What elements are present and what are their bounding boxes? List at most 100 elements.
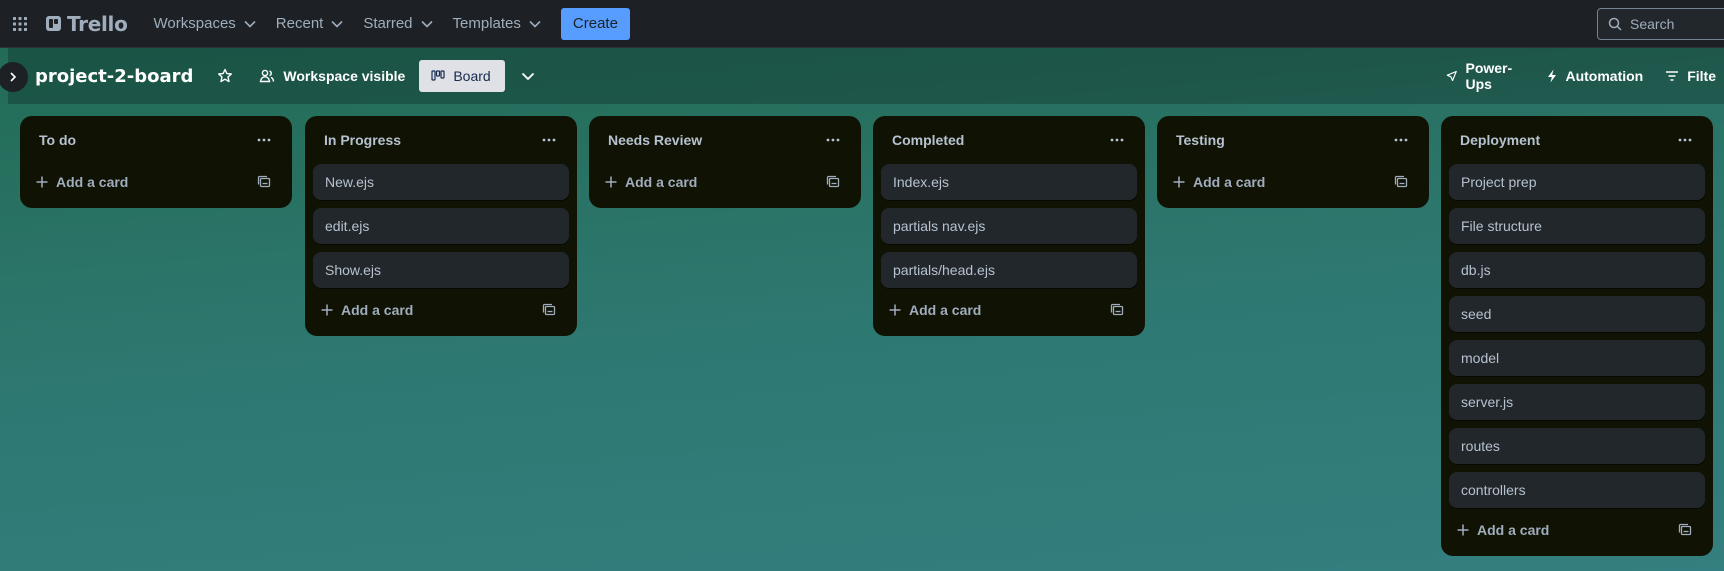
templates-menu[interactable]: Templates bbox=[445, 8, 549, 40]
list-title[interactable]: Completed bbox=[892, 132, 964, 148]
rocket-icon bbox=[1446, 70, 1457, 82]
list-actions-button[interactable] bbox=[252, 128, 276, 152]
board-header: project-2-board Workspace visible Board … bbox=[0, 48, 1724, 104]
card[interactable]: controllers bbox=[1449, 472, 1705, 508]
create-from-template-icon[interactable] bbox=[821, 170, 845, 194]
more-icon bbox=[1110, 138, 1124, 142]
search-placeholder: Search bbox=[1630, 16, 1675, 32]
view-switcher-button[interactable] bbox=[513, 60, 543, 92]
list-actions-button[interactable] bbox=[1673, 128, 1697, 152]
list-header: In Progress bbox=[313, 116, 569, 164]
add-card-label: Add a card bbox=[625, 174, 698, 190]
list-deployment[interactable]: Deployment Project prep File structure d… bbox=[1441, 116, 1713, 556]
list-in-progress[interactable]: In Progress New.ejs edit.ejs Show.ejs Ad… bbox=[305, 116, 577, 336]
card[interactable]: Index.ejs bbox=[881, 164, 1137, 200]
list-header: Deployment bbox=[1449, 116, 1705, 164]
top-navigation-bar: Trello Workspaces Recent Starred Templat… bbox=[0, 0, 1724, 48]
create-from-template-icon[interactable] bbox=[1105, 298, 1129, 322]
add-card-label: Add a card bbox=[1477, 522, 1550, 538]
board-view-button[interactable]: Board bbox=[419, 60, 505, 92]
list-needs-review[interactable]: Needs Review Add a card bbox=[589, 116, 861, 208]
create-from-template-icon[interactable] bbox=[537, 298, 561, 322]
search-icon bbox=[1608, 17, 1622, 31]
card[interactable]: File structure bbox=[1449, 208, 1705, 244]
filter-button[interactable]: Filte bbox=[1657, 60, 1724, 92]
recent-menu[interactable]: Recent bbox=[268, 8, 352, 40]
card[interactable]: routes bbox=[1449, 428, 1705, 464]
board-view-icon bbox=[431, 70, 445, 81]
list-actions-button[interactable] bbox=[1105, 128, 1129, 152]
plus-icon bbox=[605, 176, 617, 188]
create-from-template-icon[interactable] bbox=[1673, 518, 1697, 542]
plus-icon bbox=[1457, 524, 1469, 536]
more-icon bbox=[1678, 138, 1692, 142]
workspaces-menu[interactable]: Workspaces bbox=[146, 8, 264, 40]
list-title[interactable]: Deployment bbox=[1460, 132, 1540, 148]
list-title[interactable]: To do bbox=[39, 132, 76, 148]
board-title[interactable]: project-2-board bbox=[35, 66, 193, 87]
plus-icon bbox=[889, 304, 901, 316]
filter-icon bbox=[1666, 71, 1679, 81]
trello-logo[interactable]: Trello bbox=[42, 8, 132, 40]
list-to-do[interactable]: To do Add a card bbox=[20, 116, 292, 208]
visibility-button[interactable]: Workspace visible bbox=[251, 60, 413, 92]
chevron-down-icon bbox=[420, 20, 433, 28]
more-icon bbox=[542, 138, 556, 142]
card[interactable]: server.js bbox=[1449, 384, 1705, 420]
plus-icon bbox=[1173, 176, 1185, 188]
create-button[interactable]: Create bbox=[560, 7, 630, 40]
card[interactable]: Project prep bbox=[1449, 164, 1705, 200]
visibility-label: Workspace visible bbox=[283, 68, 406, 84]
trello-logo-icon bbox=[46, 16, 61, 31]
add-card-button[interactable]: Add a card bbox=[1173, 174, 1265, 190]
card[interactable]: seed bbox=[1449, 296, 1705, 332]
card[interactable]: edit.ejs bbox=[313, 208, 569, 244]
list-actions-button[interactable] bbox=[821, 128, 845, 152]
create-from-template-icon[interactable] bbox=[252, 170, 276, 194]
list-title[interactable]: In Progress bbox=[324, 132, 401, 148]
workspaces-menu-label: Workspaces bbox=[153, 15, 236, 32]
card[interactable]: db.js bbox=[1449, 252, 1705, 288]
card[interactable]: Show.ejs bbox=[313, 252, 569, 288]
add-card-button[interactable]: Add a card bbox=[321, 302, 413, 318]
automation-button[interactable]: Automation bbox=[1539, 60, 1651, 92]
chevron-down-icon bbox=[244, 20, 256, 28]
list-header: Testing bbox=[1165, 116, 1421, 164]
list-actions-button[interactable] bbox=[1389, 128, 1413, 152]
create-from-template-icon[interactable] bbox=[1389, 170, 1413, 194]
list-footer: Add a card bbox=[881, 292, 1137, 328]
list-title[interactable]: Needs Review bbox=[608, 132, 702, 148]
list-actions-button[interactable] bbox=[537, 128, 561, 152]
list-header: Needs Review bbox=[597, 116, 853, 164]
chevron-right-icon bbox=[10, 72, 17, 82]
chevron-down-icon bbox=[529, 20, 541, 28]
add-card-button[interactable]: Add a card bbox=[1457, 522, 1549, 538]
add-card-button[interactable]: Add a card bbox=[36, 174, 128, 190]
power-ups-button[interactable]: Power-Ups bbox=[1438, 60, 1533, 92]
search-input[interactable]: Search bbox=[1597, 8, 1724, 40]
list-completed[interactable]: Completed Index.ejs partials nav.ejs par… bbox=[873, 116, 1145, 336]
lightning-icon bbox=[1548, 69, 1557, 83]
star-icon bbox=[218, 68, 233, 83]
star-board-button[interactable] bbox=[209, 60, 241, 92]
filter-label: Filte bbox=[1687, 68, 1716, 84]
card[interactable]: partials/head.ejs bbox=[881, 252, 1137, 288]
add-card-label: Add a card bbox=[1193, 174, 1266, 190]
list-title[interactable]: Testing bbox=[1176, 132, 1225, 148]
chevron-down-icon bbox=[521, 72, 534, 80]
people-icon bbox=[260, 69, 275, 83]
card[interactable]: New.ejs bbox=[313, 164, 569, 200]
expand-sidebar-button[interactable] bbox=[0, 62, 28, 92]
add-card-button[interactable]: Add a card bbox=[605, 174, 697, 190]
starred-menu[interactable]: Starred bbox=[355, 8, 440, 40]
list-footer: Add a card bbox=[597, 164, 853, 200]
card[interactable]: model bbox=[1449, 340, 1705, 376]
plus-icon bbox=[36, 176, 48, 188]
card[interactable]: partials nav.ejs bbox=[881, 208, 1137, 244]
card-list: Project prep File structure db.js seed m… bbox=[1449, 164, 1705, 508]
more-icon bbox=[826, 138, 840, 142]
app-switcher-icon[interactable] bbox=[4, 8, 36, 40]
add-card-button[interactable]: Add a card bbox=[889, 302, 981, 318]
list-testing[interactable]: Testing Add a card bbox=[1157, 116, 1429, 208]
power-ups-label: Power-Ups bbox=[1465, 60, 1513, 92]
